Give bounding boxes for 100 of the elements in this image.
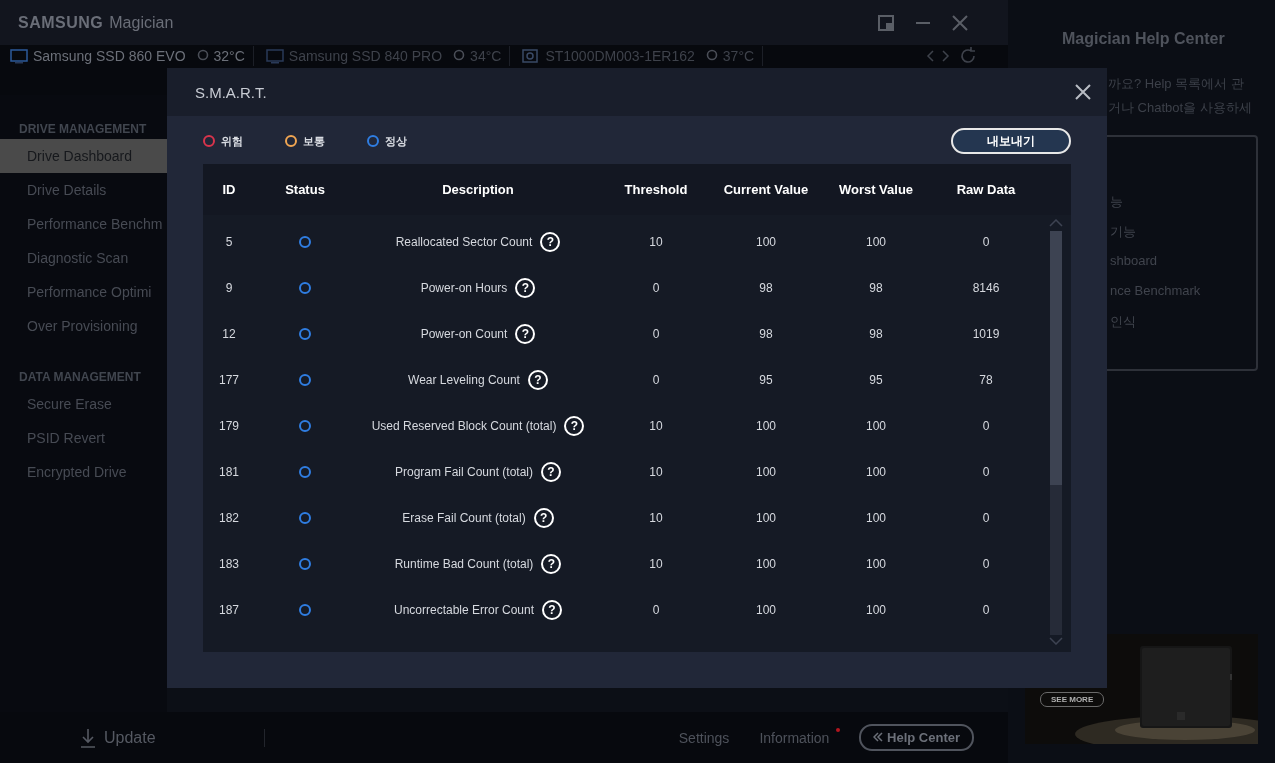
table-cell-text: 98 <box>758 281 774 295</box>
table-cell-text: 100 <box>865 465 887 479</box>
export-button[interactable]: 내보내기 <box>951 128 1071 154</box>
table-cell: Erase Fail Count (total) <box>402 511 526 525</box>
column-header: ID <box>221 182 237 197</box>
table-cell-text: 78 <box>978 373 994 387</box>
double-chevron-icon <box>873 732 884 742</box>
section-heading: DRIVE MANAGEMENT <box>18 121 148 138</box>
scrollbar-thumb[interactable] <box>1050 231 1062 485</box>
help-button[interactable]: ? <box>515 324 536 344</box>
download-icon <box>80 727 96 748</box>
monitor-icon <box>265 48 284 64</box>
sidebar-item[interactable]: Diagnostic Scan <box>0 241 167 275</box>
table-cell-text: 10 <box>648 511 664 525</box>
table-cell-text: 5 <box>224 235 234 249</box>
help-button[interactable]: ? <box>541 554 562 574</box>
help-button[interactable]: ? <box>527 370 548 390</box>
table-cell-text: 100 <box>755 557 777 571</box>
help-button[interactable]: ? <box>564 416 585 436</box>
table-cell-text: 100 <box>865 557 887 571</box>
table-cell: Used Reserved Block Count (total) <box>371 419 557 433</box>
table-cell-text: 100 <box>755 419 777 433</box>
help-topic-link[interactable]: shboard <box>1110 253 1256 272</box>
chevron-left-icon[interactable] <box>926 50 934 62</box>
table-cell-text: 0 <box>651 327 661 341</box>
table-cell-text: 0 <box>981 557 991 571</box>
table-cell: Uncorrectable Error Count <box>393 603 535 617</box>
column-header: Worst Value <box>837 182 915 197</box>
table-cell-text: 10 <box>648 419 664 433</box>
footer-link[interactable]: Information <box>759 729 830 746</box>
column-header: Status <box>284 182 326 197</box>
sidebar-item[interactable]: Performance Benchm <box>0 207 167 241</box>
close-icon[interactable] <box>1075 84 1091 100</box>
table-cell-text: 182 <box>218 511 240 525</box>
column-header: Description <box>441 182 515 197</box>
help-button[interactable]: ? <box>540 232 561 252</box>
drive-tab[interactable]: Samsung SSD 860 EVO 32°C <box>10 46 254 66</box>
table-cell-text: 9 <box>224 281 234 295</box>
table-cell-text: 95 <box>758 373 774 387</box>
legend-label: 보통 <box>303 133 325 149</box>
table-cell-text: 183 <box>218 557 240 571</box>
drive-tab[interactable]: ST1000DM003-1ER162 37°C <box>522 46 764 66</box>
sidebar-item[interactable]: Encrypted Drive <box>0 455 167 489</box>
sidebar-item[interactable]: Secure Erase <box>0 387 167 421</box>
help-button[interactable]: ? <box>515 278 536 298</box>
table-cell: Reallocated Sector Count <box>395 235 533 249</box>
table-cell-text: 8146 <box>971 281 1001 295</box>
table-cell-text: 100 <box>865 235 887 249</box>
legend-label: 위험 <box>221 133 243 149</box>
table-cell-text: 10 <box>648 465 664 479</box>
table-cell: Power-on Hours <box>420 281 508 295</box>
table-cell-text: 0 <box>981 235 991 249</box>
chevron-down-icon[interactable] <box>1049 637 1063 645</box>
help-button[interactable]: ? <box>541 462 561 482</box>
help-button[interactable]: ? <box>533 508 554 528</box>
table-cell-text: 100 <box>865 511 887 525</box>
table-cell: Wear Leveling Count <box>408 373 520 387</box>
table-cell-text: 100 <box>865 603 887 617</box>
table-cell: Program Fail Count (total) <box>394 465 533 479</box>
restore-icon[interactable] <box>878 14 894 31</box>
table-cell-text: 0 <box>981 511 991 525</box>
table-cell-text: 0 <box>981 465 991 479</box>
monitor-icon <box>10 48 28 64</box>
table-cell: Runtime Bad Count (total) <box>394 557 534 571</box>
footer-link[interactable]: Settings <box>678 729 730 746</box>
column-header: Raw Data <box>955 182 1017 197</box>
table-cell-text: 100 <box>755 511 777 525</box>
app-title: Magician <box>109 13 174 32</box>
chevron-up-icon[interactable] <box>1049 219 1063 227</box>
chevron-right-icon[interactable] <box>942 50 950 62</box>
refresh-icon[interactable] <box>958 46 978 66</box>
column-header: Threshold <box>623 182 689 197</box>
table-cell: Power-on Count <box>420 327 508 341</box>
panel-title: Magician Help Center <box>1062 30 1225 48</box>
table-cell-text: 177 <box>218 373 240 387</box>
help-center-button[interactable]: Help Center <box>859 724 974 751</box>
column-header: Current Value <box>722 182 810 197</box>
table-cell-text: 100 <box>865 419 887 433</box>
table-cell-text: 181 <box>218 465 240 479</box>
table-cell-text: 10 <box>648 235 664 249</box>
drive-tab[interactable]: Samsung SSD 840 PRO 34°C <box>265 46 511 66</box>
table-cell-text: 100 <box>755 235 777 249</box>
sidebar-item[interactable]: Over Provisioning <box>0 309 167 343</box>
table-cell-text: 98 <box>868 327 884 341</box>
sidebar-item[interactable]: PSID Revert <box>0 421 167 455</box>
table-cell-text: 0 <box>651 373 661 387</box>
table-cell-text: 179 <box>218 419 240 433</box>
table-cell-text: 187 <box>218 603 240 617</box>
help-button[interactable]: ? <box>542 600 563 620</box>
table-cell-text: 1019 <box>971 327 1001 341</box>
update-button[interactable]: Update <box>80 727 156 748</box>
see-more-button[interactable]: SEE MORE <box>1040 692 1105 707</box>
table-cell-text: 98 <box>758 327 774 341</box>
table-cell-text: 0 <box>981 603 991 617</box>
help-topic-link[interactable]: nce Benchmark <box>1110 283 1256 302</box>
table-cell-text: 100 <box>755 603 777 617</box>
legend-label: 정상 <box>385 133 407 149</box>
sidebar-item[interactable]: Performance Optimi <box>0 275 167 309</box>
sidebar-item[interactable]: Drive Details <box>0 173 167 207</box>
table-cell-text: 98 <box>868 281 884 295</box>
